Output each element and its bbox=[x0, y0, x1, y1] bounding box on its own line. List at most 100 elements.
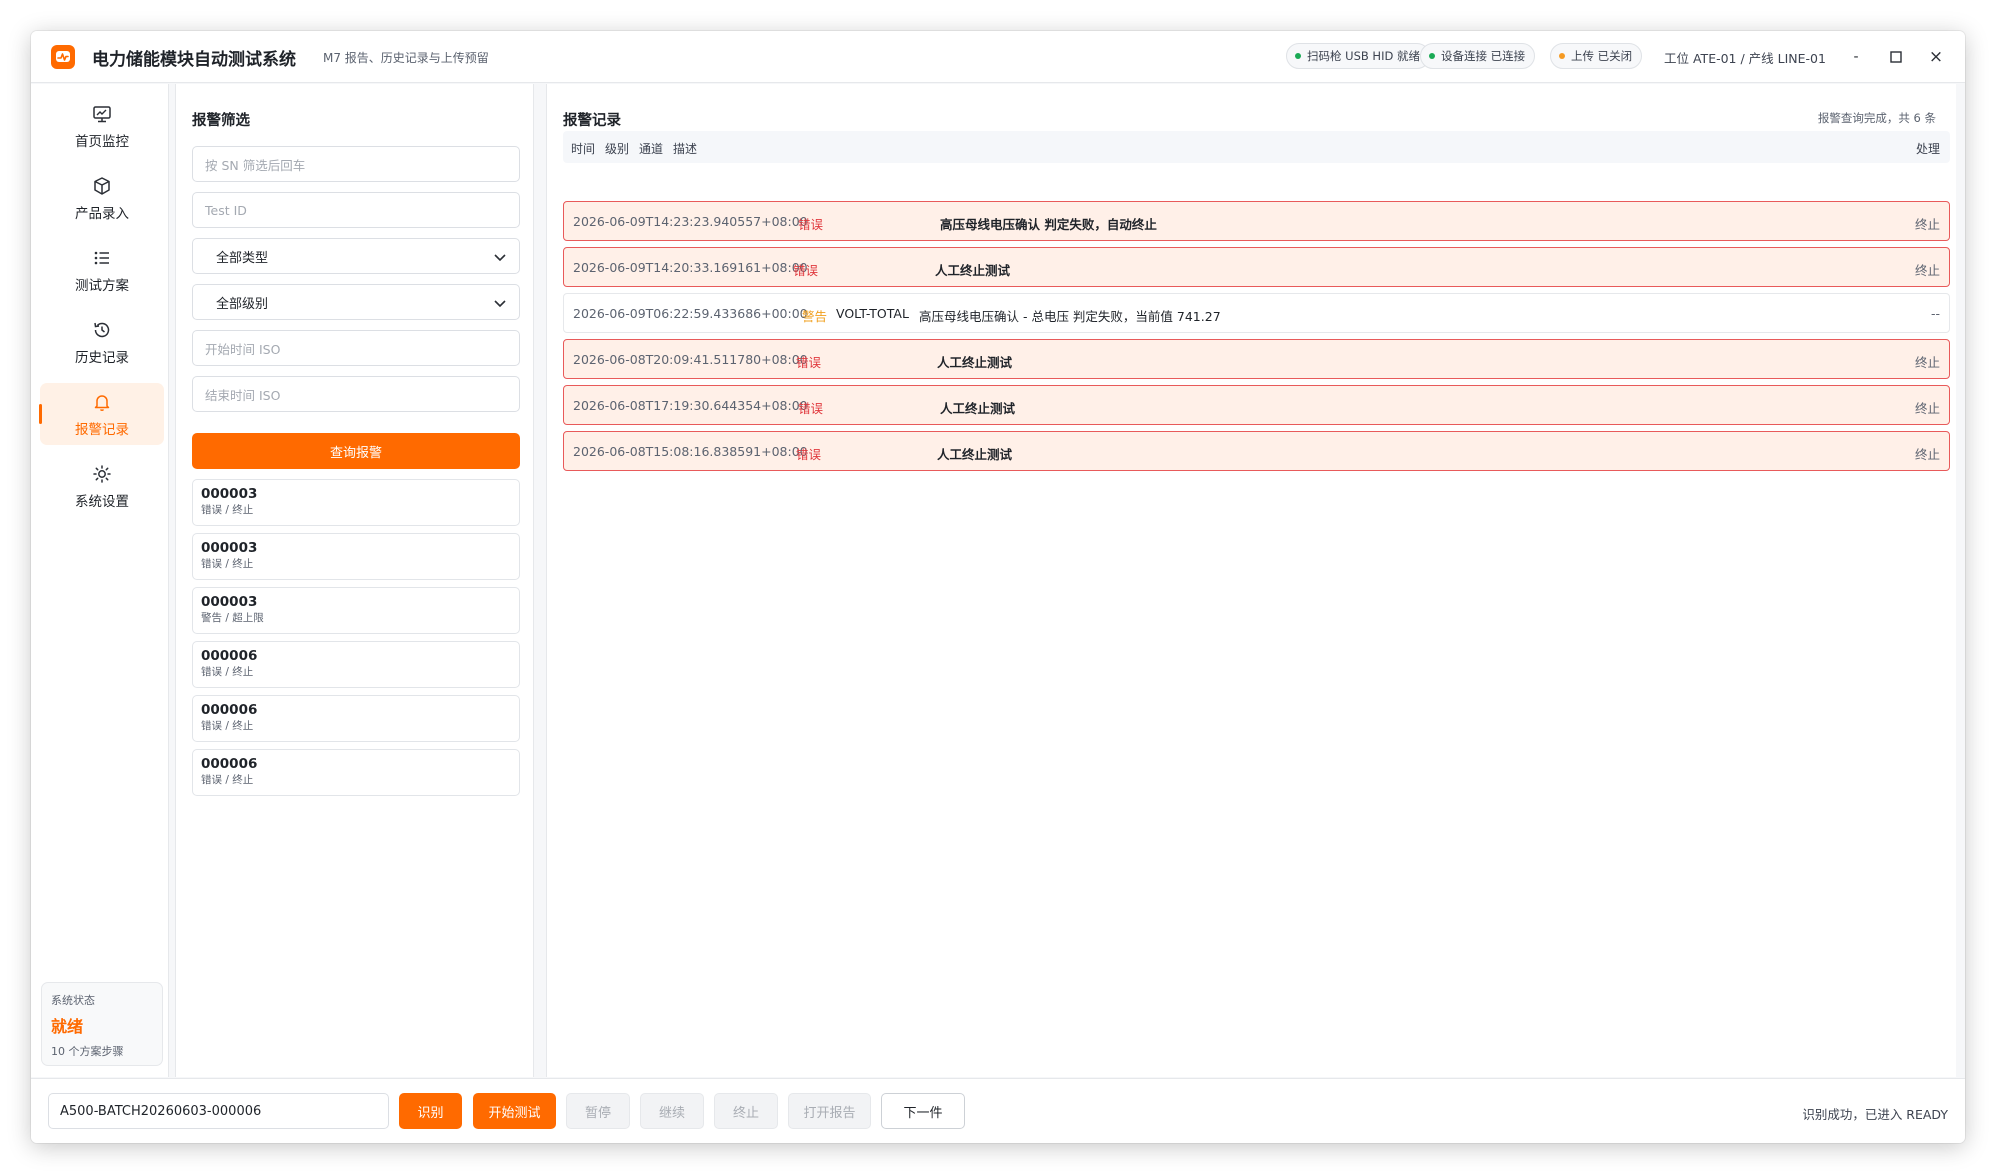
table-row[interactable]: 2026-06-09T14:23:23.940557+08:00 错误 高压母线… bbox=[563, 201, 1950, 241]
monitor-icon bbox=[93, 105, 111, 122]
sidebar-item-label: 系统设置 bbox=[75, 493, 129, 510]
column-header-time: 时间 bbox=[571, 142, 596, 156]
list-item-sn: 000003 bbox=[201, 594, 258, 610]
app-title: 电力储能模块自动测试系统 bbox=[92, 50, 296, 70]
upload-status-pill: 上传 已关闭 bbox=[1550, 43, 1643, 69]
row-action[interactable]: 终止 bbox=[1915, 352, 1940, 371]
list-item[interactable]: 000006 错误 / 终止 bbox=[192, 695, 520, 742]
sn-scan-input[interactable]: A500-BATCH20260603-000006 bbox=[48, 1093, 389, 1129]
list-item-status: 警告 / 超上限 bbox=[201, 612, 264, 624]
column-header-desc: 描述 bbox=[673, 142, 698, 156]
sidebar-item-label: 首页监控 bbox=[75, 133, 129, 150]
row-level: 错误 bbox=[796, 355, 822, 370]
scanner-status-pill: 扫码枪 USB HID 就绪 bbox=[1286, 43, 1430, 69]
resume-button[interactable]: 继续 bbox=[640, 1093, 704, 1129]
sidebar-item-label: 产品录入 bbox=[75, 205, 129, 222]
table-row[interactable]: 2026-06-09T06:22:59.433686+00:00 警告 VOLT… bbox=[563, 293, 1950, 333]
list-item[interactable]: 000003 错误 / 终止 bbox=[192, 533, 520, 580]
query-alarms-button[interactable]: 查询报警 bbox=[192, 433, 520, 469]
bottom-action-bar: A500-BATCH20260603-000006 识别 开始测试 暂停 继续 … bbox=[31, 1078, 1965, 1143]
row-description: 人工终止测试 bbox=[937, 355, 1013, 370]
box-icon bbox=[94, 176, 110, 195]
test-id-input[interactable]: Test ID bbox=[192, 192, 520, 228]
list-item[interactable]: 000006 错误 / 终止 bbox=[192, 749, 520, 796]
list-item[interactable]: 000006 错误 / 终止 bbox=[192, 641, 520, 688]
identify-button[interactable]: 识别 bbox=[399, 1093, 462, 1129]
table-row[interactable]: 2026-06-08T15:08:16.838591+08:00 错误 人工终止… bbox=[563, 431, 1950, 471]
stop-button[interactable]: 终止 bbox=[714, 1093, 778, 1129]
row-level: 错误 bbox=[798, 217, 824, 232]
minimize-button[interactable]: - bbox=[1844, 45, 1868, 69]
type-select-value: 全部类型 bbox=[216, 250, 269, 266]
status-dot-icon bbox=[1559, 53, 1565, 59]
history-icon bbox=[94, 322, 110, 337]
row-action[interactable]: 终止 bbox=[1915, 214, 1940, 233]
minimize-icon: - bbox=[1853, 49, 1859, 65]
list-item-sn: 000003 bbox=[201, 486, 258, 502]
filter-panel-title: 报警筛选 bbox=[192, 113, 250, 129]
upload-status-label: 上传 已关闭 bbox=[1571, 49, 1633, 63]
row-time: 2026-06-09T14:23:23.940557+08:00 bbox=[573, 214, 808, 229]
row-action[interactable]: 终止 bbox=[1915, 260, 1940, 279]
maximize-button[interactable] bbox=[1884, 45, 1908, 69]
row-channel: VOLT-TOTAL bbox=[836, 306, 909, 321]
chevron-down-icon bbox=[494, 300, 506, 308]
sidebar-item-alarm-records[interactable]: 报警记录 bbox=[39, 383, 164, 445]
alarm-filter-panel: 报警筛选 按 SN 筛选后回车 Test ID 全部类型 全部级别 开始时间 I… bbox=[175, 84, 534, 1077]
sidebar-item-label: 报警记录 bbox=[75, 421, 129, 438]
start-test-button[interactable]: 开始测试 bbox=[473, 1093, 556, 1129]
row-description: 高压母线电压确认 判定失败，自动终止 bbox=[940, 217, 1157, 232]
maximize-icon bbox=[1890, 51, 1902, 63]
status-dot-icon bbox=[1429, 53, 1435, 59]
sn-filter-input[interactable]: 按 SN 筛选后回车 bbox=[192, 146, 520, 182]
list-item[interactable]: 000003 错误 / 终止 bbox=[192, 479, 520, 526]
device-status-pill: 设备连接 已连接 bbox=[1420, 43, 1536, 69]
open-report-button[interactable]: 打开报告 bbox=[788, 1093, 871, 1129]
column-header-level: 级别 bbox=[605, 142, 630, 156]
device-status-label: 设备连接 已连接 bbox=[1441, 49, 1526, 63]
list-item-sn: 000006 bbox=[201, 648, 258, 664]
query-result-note: 报警查询完成，共 6 条 bbox=[1817, 111, 1936, 125]
row-level: 错误 bbox=[793, 263, 819, 278]
list-item[interactable]: 000003 警告 / 超上限 bbox=[192, 587, 520, 634]
list-item-status: 错误 / 终止 bbox=[201, 720, 254, 732]
sidebar-item-test-plan[interactable]: 测试方案 bbox=[40, 239, 164, 301]
alarm-records-title: 报警记录 bbox=[563, 113, 621, 129]
list-item-sn: 000006 bbox=[201, 702, 258, 718]
list-item-status: 错误 / 终止 bbox=[201, 666, 254, 678]
close-button[interactable]: × bbox=[1924, 45, 1948, 69]
pause-button[interactable]: 暂停 bbox=[566, 1093, 630, 1129]
sidebar-item-product-entry[interactable]: 产品录入 bbox=[40, 167, 164, 229]
next-item-button[interactable]: 下一件 bbox=[881, 1093, 965, 1129]
row-action[interactable]: 终止 bbox=[1915, 444, 1940, 463]
system-status-card: 系统状态 就绪 10 个方案步骤 bbox=[41, 982, 163, 1066]
end-time-input[interactable]: 结束时间 ISO bbox=[192, 376, 520, 412]
row-level: 警告 bbox=[802, 309, 828, 324]
row-description: 人工终止测试 bbox=[935, 263, 1011, 278]
title-bar: 电力储能模块自动测试系统 M7 报告、历史记录与上传预留 扫码枪 USB HID… bbox=[31, 31, 1965, 83]
system-status-label: 系统状态 bbox=[51, 994, 95, 1007]
type-select[interactable]: 全部类型 bbox=[192, 238, 520, 274]
sidebar-item-settings[interactable]: 系统设置 bbox=[40, 455, 164, 517]
bell-icon bbox=[94, 394, 110, 411]
row-action[interactable]: 终止 bbox=[1915, 398, 1940, 417]
table-row[interactable]: 2026-06-08T17:19:30.644354+08:00 错误 人工终止… bbox=[563, 385, 1950, 425]
sidebar-item-home-monitor[interactable]: 首页监控 bbox=[40, 95, 164, 157]
row-description: 人工终止测试 bbox=[937, 447, 1013, 462]
table-row[interactable]: 2026-06-09T14:20:33.169161+08:00 错误 人工终止… bbox=[563, 247, 1950, 287]
status-dot-icon bbox=[1295, 53, 1301, 59]
scanner-status-label: 扫码枪 USB HID 就绪 bbox=[1307, 49, 1420, 63]
app-logo-icon bbox=[51, 45, 75, 69]
row-description: 高压母线电压确认 - 总电压 判定失败，当前值 741.27 bbox=[919, 309, 1221, 324]
row-time: 2026-06-08T20:09:41.511780+08:00 bbox=[573, 352, 808, 367]
sidebar-item-history[interactable]: 历史记录 bbox=[40, 311, 164, 373]
list-item-status: 错误 / 终止 bbox=[201, 774, 254, 786]
table-row[interactable]: 2026-06-08T20:09:41.511780+08:00 错误 人工终止… bbox=[563, 339, 1950, 379]
station-info: 工位 ATE-01 / 产线 LINE-01 bbox=[1664, 51, 1826, 66]
list-item-sn: 000003 bbox=[201, 540, 258, 556]
level-select[interactable]: 全部级别 bbox=[192, 284, 520, 320]
start-time-input[interactable]: 开始时间 ISO bbox=[192, 330, 520, 366]
row-time: 2026-06-08T17:19:30.644354+08:00 bbox=[573, 398, 808, 413]
row-level: 错误 bbox=[798, 401, 824, 416]
status-message: 识别成功，已进入 READY bbox=[1802, 1107, 1948, 1122]
